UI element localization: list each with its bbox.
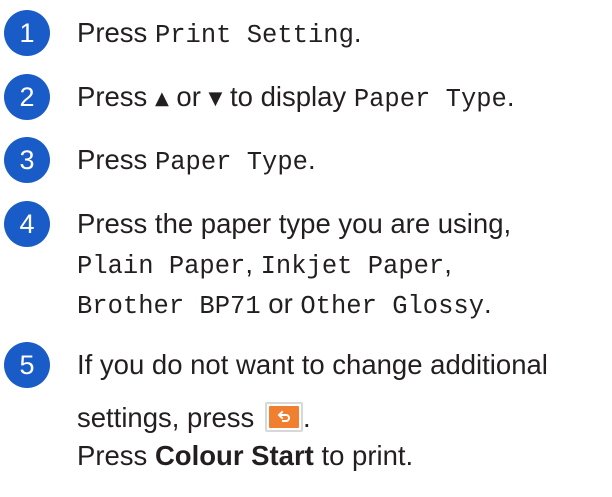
- step-2-text: Press ▲ or ▼ to display Paper Type.: [77, 78, 612, 119]
- or-label: or: [260, 288, 301, 319]
- back-arrow-icon: [277, 410, 290, 422]
- press-label: Press: [77, 17, 155, 48]
- step-number-2: 2: [4, 74, 50, 120]
- inkjet-paper-code: Inkjet Paper: [260, 252, 445, 281]
- plain-paper-code: Plain Paper: [77, 252, 246, 281]
- period: .: [307, 144, 316, 175]
- period: .: [353, 17, 362, 48]
- step-1-text: Press Print Setting.: [77, 14, 612, 55]
- step-4-line-2: Plain Paper, Inkjet Paper,: [77, 245, 612, 286]
- step-5-line-3: Press Colour Start to print.: [77, 437, 612, 475]
- down-arrow-icon: ▼: [208, 88, 223, 109]
- step-4-instruction: Press the paper type you are using,: [77, 208, 512, 239]
- back-button[interactable]: [264, 402, 303, 432]
- paper-type-code: Paper Type: [154, 148, 308, 177]
- step-number-4: 4: [4, 201, 50, 247]
- settings-press-label: settings, press: [77, 402, 262, 433]
- press-label: Press: [77, 440, 155, 471]
- colour-start-label: Colour Start: [154, 440, 314, 471]
- other-glossy-code: Other Glossy: [300, 292, 485, 321]
- step-5-line-2: settings, press .: [77, 399, 612, 437]
- press-label: Press: [77, 81, 155, 112]
- separator: ,: [444, 248, 452, 279]
- step-5-line-1: If you do not want to change additional: [77, 346, 612, 384]
- separator: ,: [245, 248, 261, 279]
- step-number-3: 3: [4, 137, 50, 183]
- step-number-1: 1: [4, 10, 50, 56]
- back-button-face: [268, 406, 299, 428]
- period: .: [484, 288, 492, 319]
- step-3-text: Press Paper Type.: [77, 141, 612, 182]
- paper-type-code: Paper Type: [353, 85, 507, 114]
- step-5-instruction: If you do not want to change additional: [77, 349, 548, 380]
- step-4-line-1: Press the paper type you are using,: [77, 205, 612, 243]
- to-print-label: to print.: [313, 440, 414, 471]
- print-setting-code: Print Setting: [154, 21, 354, 50]
- up-arrow-icon: ▲: [154, 88, 169, 109]
- step-number-5: 5: [4, 342, 50, 388]
- step-4-line-3: Brother BP71 or Other Glossy.: [77, 285, 612, 326]
- period: .: [506, 81, 515, 112]
- or-label: or: [168, 81, 209, 112]
- press-label: Press: [77, 144, 155, 175]
- brother-bp71-code: Brother BP71: [77, 292, 261, 321]
- period: .: [302, 402, 311, 433]
- to-display-label: to display: [222, 81, 354, 112]
